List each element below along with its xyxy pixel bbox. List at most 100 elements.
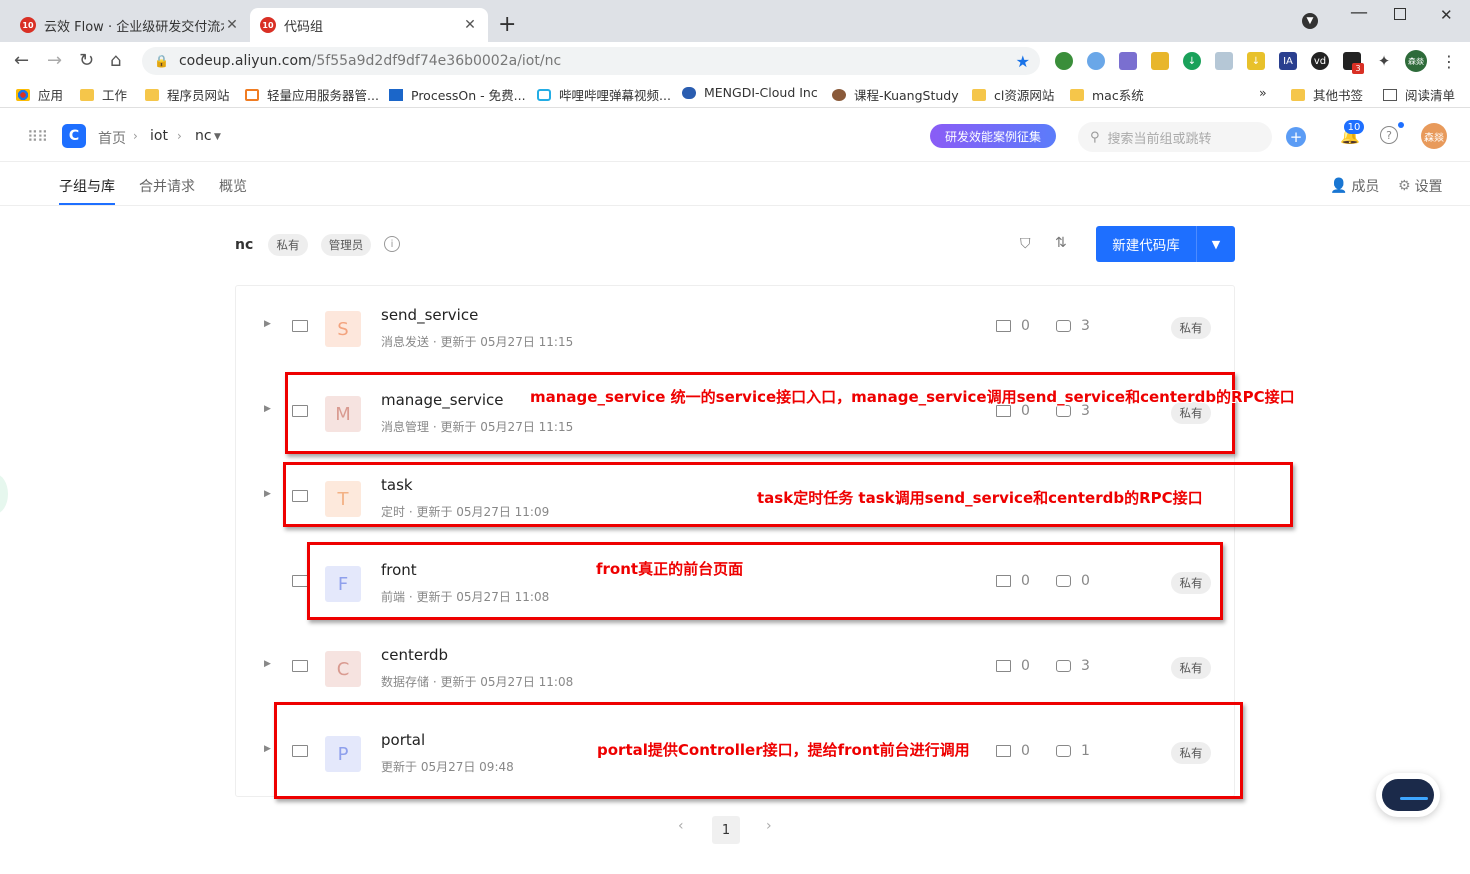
url-path: /5f55a9d2df9df74e36b0002a/iot/nc [311,53,562,69]
help-dot [1398,122,1404,128]
app-header: ⠿⠿ C 首页 › iot › nc ▼ 研发效能案例征集 ⚲ 搜索当前组或跳转… [0,108,1470,162]
subfolder-count: 0 [996,318,1030,334]
extension-doc-icon[interactable] [1119,52,1137,70]
folder-icon [145,88,159,101]
settings-link[interactable]: ⚙ 设置 [1398,176,1443,196]
sort-icon[interactable]: ⇅ [1055,235,1067,251]
chevron-down-icon[interactable]: ▼ [1197,238,1235,251]
home-icon[interactable]: ⌂ [110,50,121,72]
expand-arrow-icon[interactable]: ▶ [264,489,271,499]
browser-tab-codegroup[interactable]: 10 代码组 ✕ [250,8,488,42]
expand-arrow-icon[interactable]: ▶ [264,404,271,414]
extension-globe-icon[interactable] [1055,52,1073,70]
url-input[interactable]: 🔒 codeup.aliyun.com/5f55a9d2df9df74e36b0… [142,47,1040,75]
browser-tab-flow[interactable]: 10 云效 Flow · 企业级研发交付流水 ✕ [10,8,250,42]
bookmark-work[interactable]: 工作 [80,85,127,104]
list-item[interactable]: ▶ C centerdb 数据存储 · 更新于 05月27日 11:08 0 3… [236,626,1236,711]
apps-grid-icon [16,88,30,101]
bookmark-mengdi-cloud[interactable]: MENGDI-Cloud Inc [682,85,818,100]
breadcrumb-iot[interactable]: iot [150,128,168,144]
extensions-puzzle-icon[interactable]: ✦ [1375,52,1393,70]
prev-page-icon[interactable]: ‹ [678,818,684,834]
page-current[interactable]: 1 [712,816,740,844]
private-tag: 私有 [268,234,308,256]
bookmark-bilibili[interactable]: 哔哩哔哩弹幕视频... [537,85,671,104]
bookmark-dev-sites[interactable]: 程序员网站 [145,85,230,104]
bookmark-apps[interactable]: 应用 [16,85,63,104]
codeup-logo[interactable]: C [62,124,86,148]
repo-count: 3 [1056,658,1090,674]
bookmark-mac[interactable]: mac系统 [1070,85,1144,104]
extension-puzzle-icon[interactable] [1151,52,1169,70]
extension-vd-icon[interactable]: vd [1311,52,1329,70]
tab-subgroups-repos[interactable]: 子组与库 [59,176,115,196]
yunxiao-favicon-icon: 10 [260,17,276,33]
expand-arrow-icon[interactable]: ▶ [264,319,271,329]
forward-icon[interactable]: → [47,50,62,72]
extension-browser-icon[interactable] [1087,52,1105,70]
new-repo-label: 新建代码库 [1112,238,1180,254]
annotation-text: portal提供Controller接口，提给front前台进行调用 [597,741,970,759]
window-close-icon[interactable]: ✕ [1440,6,1453,24]
extension-save-icon[interactable]: ↓ [1247,52,1265,70]
help-icon[interactable]: ? [1380,126,1398,144]
new-tab-icon[interactable]: + [498,12,516,38]
extension-download-icon[interactable]: ↓ [1183,52,1201,70]
maximize-icon[interactable] [1394,8,1406,20]
user-avatar[interactable]: 森燚 [1421,123,1447,149]
bookmark-cl-resources[interactable]: cl资源网站 [972,85,1054,104]
folder-icon [972,88,986,101]
repo-meta: 消息发送 · 更新于 05月27日 11:15 [381,335,574,349]
repo-name[interactable]: centerdb [381,646,448,664]
yunxiao-favicon-icon: 10 [20,17,36,33]
reload-icon[interactable]: ↻ [79,50,94,72]
breadcrumb-nc[interactable]: nc [195,128,212,144]
members-link[interactable]: 👤 成员 [1330,176,1379,196]
folder-icon [292,575,308,587]
expand-arrow-icon[interactable]: ▶ [264,744,271,754]
profile-avatar[interactable]: 森燚 [1405,50,1427,72]
side-widget[interactable] [0,474,8,514]
filter-icon[interactable]: ⛉ [1020,236,1031,252]
close-icon[interactable]: ✕ [224,17,240,33]
repo-name[interactable]: send_service [381,306,478,324]
next-page-icon[interactable]: › [766,818,772,834]
annotation-text: task定时任务 task调用send_service和centerdb的RPC… [757,489,1203,507]
url-host: codeup.aliyun.com [178,53,312,69]
active-tab-indicator [59,203,115,205]
browser-menu-icon[interactable]: ⋮ [1440,52,1458,71]
group-name: nc [235,237,254,253]
bookmark-kuangstudy[interactable]: 课程-KuangStudy [832,85,959,104]
user-icon: 👤 [1330,178,1348,194]
bookmark-other[interactable]: 其他书签 [1291,85,1363,104]
add-icon[interactable]: + [1286,127,1306,147]
bookmark-light-server[interactable]: 轻量应用服务器管... [245,85,379,104]
close-icon[interactable]: ✕ [462,17,478,33]
tab-overview[interactable]: 概览 [219,176,247,196]
search-placeholder: 搜索当前组或跳转 [1107,131,1212,147]
breadcrumb-home[interactable]: 首页 [98,128,126,148]
expand-arrow-icon[interactable]: ▶ [264,659,271,669]
back-icon[interactable]: ← [14,50,29,72]
minimize-icon[interactable]: — [1350,2,1368,23]
tab-search-icon[interactable]: ▼ [1302,13,1318,29]
search-icon: ⚲ [1090,129,1100,145]
chevron-down-icon[interactable]: ▼ [214,132,221,142]
search-input[interactable]: ⚲ 搜索当前组或跳转 [1078,122,1272,152]
folder-icon [996,320,1011,332]
new-repo-button[interactable]: 新建代码库 ▼ [1096,226,1235,262]
promo-badge[interactable]: 研发效能案例征集 [930,124,1056,148]
folder-icon [1291,88,1305,101]
chat-assistant-button[interactable] [1376,773,1440,817]
tab-merge-requests[interactable]: 合并请求 [139,176,195,196]
apps-menu-icon[interactable]: ⠿⠿ [27,128,48,146]
bookmarks-more-icon[interactable]: » [1259,85,1267,100]
info-icon[interactable]: i [384,236,400,252]
bookmark-star-icon[interactable]: ★ [1016,52,1030,71]
list-item[interactable]: ▶ S send_service 消息发送 · 更新于 05月27日 11:15… [236,286,1236,371]
extension-ia-icon[interactable]: IA [1279,52,1297,70]
extension-image-icon[interactable] [1215,52,1233,70]
bookmark-processon[interactable]: ProcessOn - 免费... [389,85,526,104]
reading-list[interactable]: 阅读清单 [1383,85,1455,104]
reading-list-icon [1383,88,1397,101]
